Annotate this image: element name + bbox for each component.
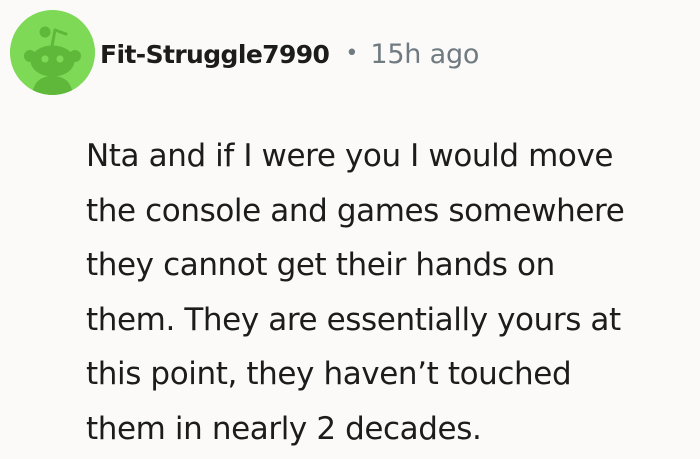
comment-body-line: Nta and if I were you I would move — [86, 138, 614, 174]
comment-body-line: this point, they haven’t touched — [86, 356, 572, 392]
comment-timestamp[interactable]: 15h ago — [370, 39, 479, 70]
user-avatar[interactable] — [10, 10, 95, 95]
comment: Fit-Struggle7990 • 15h ago Nta and if I … — [0, 0, 700, 459]
username-link[interactable]: Fit-Struggle7990 — [100, 40, 330, 69]
comment-body: Nta and if I were you I would move the c… — [86, 129, 686, 456]
reddit-snoo-avatar-icon — [10, 10, 95, 95]
comment-body-line: them in nearly 2 decades. — [86, 410, 482, 447]
meta-separator: • — [345, 40, 359, 66]
comment-body-line: the console and games somewhere — [86, 192, 625, 229]
comment-body-line: they cannot get their hands on — [86, 247, 555, 283]
comment-meta: Fit-Struggle7990 • 15h ago — [100, 34, 479, 74]
comment-body-line: them. They are essentially yours at — [86, 301, 621, 338]
